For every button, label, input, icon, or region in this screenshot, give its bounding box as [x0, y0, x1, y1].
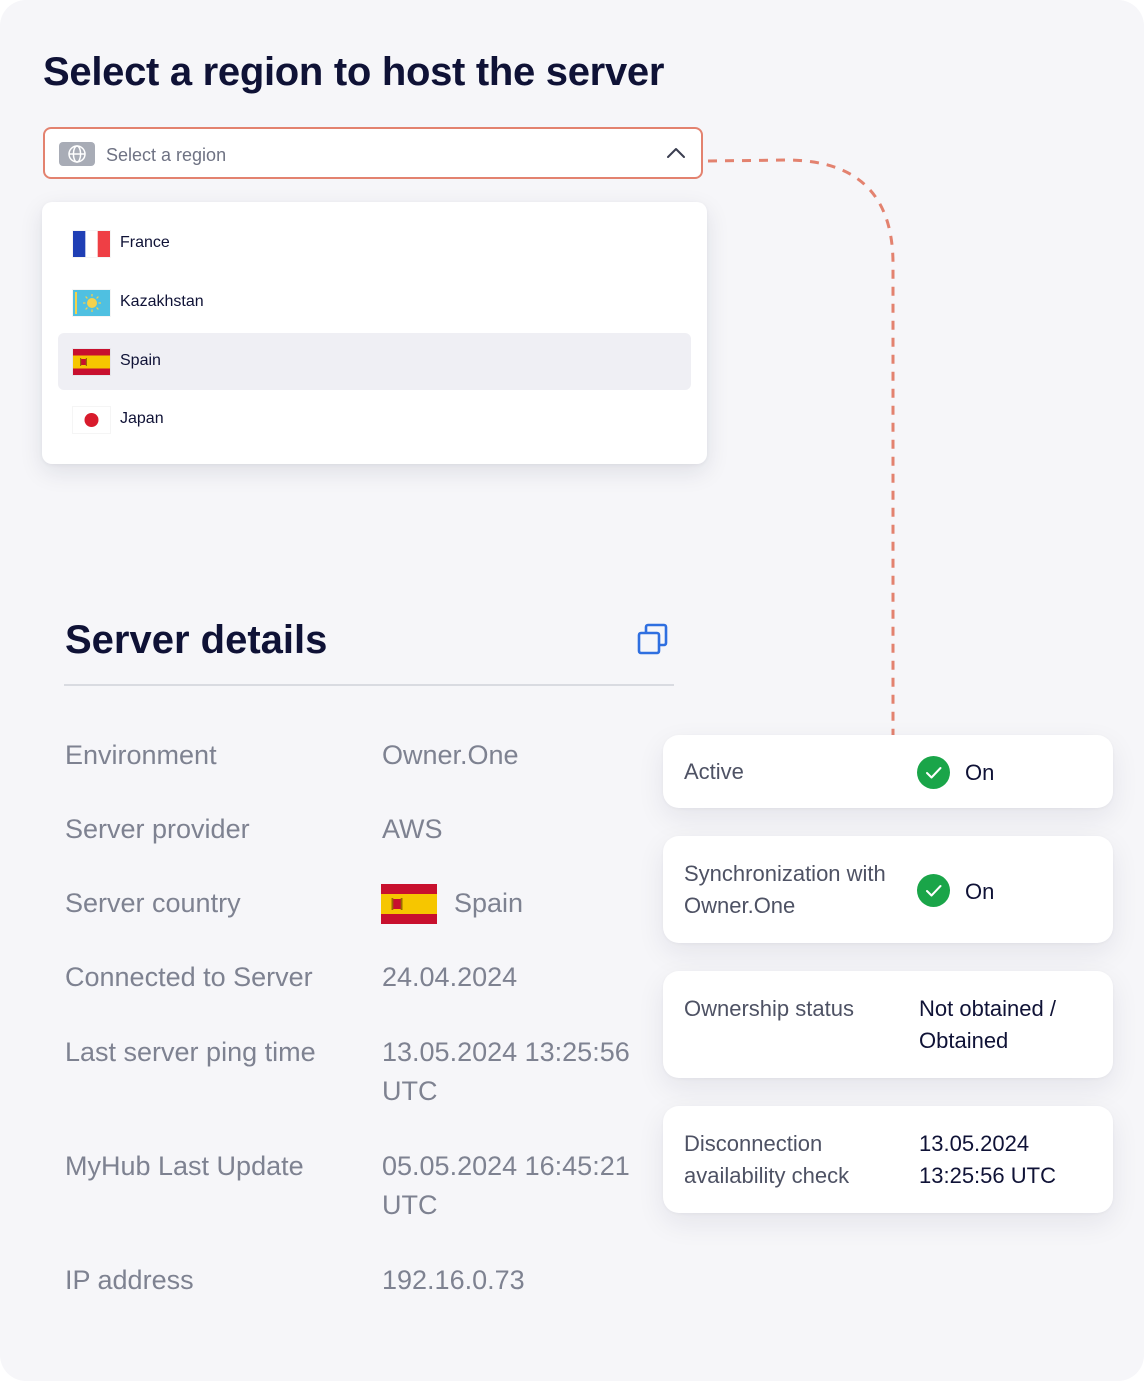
status-card-value: Not obtained / Obtained: [919, 996, 1056, 1053]
spain-flag-icon: [381, 884, 437, 924]
status-card-label: Disconnection availability check: [684, 1131, 850, 1188]
server-details-title: Server details: [65, 618, 328, 662]
status-card-value: 13.05.2024 13:25:56 UTC: [919, 1131, 1056, 1188]
status-card-label: Synchronization with Owner.One: [684, 861, 886, 918]
status-card-label: Active: [684, 759, 744, 784]
status-card-synchronization: Synchronization with Owner.One On: [663, 836, 1113, 943]
details-divider: [64, 684, 674, 686]
status-card-label: Ownership status: [684, 996, 854, 1021]
status-card-value: On: [965, 760, 995, 785]
status-card-active: Active On: [663, 735, 1113, 808]
status-card-ownership: Ownership status Not obtained / Obtained: [663, 971, 1113, 1078]
copy-icon[interactable]: [636, 622, 670, 661]
detail-value-country: Spain: [454, 888, 524, 918]
detail-label-connected: Connected to Server: [65, 962, 313, 992]
detail-value-connected: 24.04.2024: [382, 962, 518, 992]
detail-label-country: Server country: [65, 888, 241, 918]
detail-value-myhub-update: 05.05.2024 16:45:21 UTC: [382, 1151, 630, 1220]
detail-label-myhub-update: MyHub Last Update: [65, 1151, 304, 1181]
check-circle-icon: [917, 756, 950, 794]
detail-label-ip: IP address: [65, 1265, 194, 1295]
page-canvas: Select a region to host the server Selec…: [0, 0, 1144, 1381]
status-card-value: On: [965, 879, 995, 904]
detail-value-provider: AWS: [382, 814, 443, 844]
detail-label-provider: Server provider: [65, 814, 250, 844]
status-card-disconnection: Disconnection availability check 13.05.2…: [663, 1106, 1113, 1213]
detail-value-environment: Owner.One: [382, 740, 519, 770]
detail-label-environment: Environment: [65, 740, 217, 770]
detail-value-ip: 192.16.0.73: [382, 1265, 525, 1295]
detail-value-ping: 13.05.2024 13:25:56 UTC: [382, 1037, 630, 1106]
check-circle-icon: [917, 874, 950, 912]
detail-label-ping: Last server ping time: [65, 1037, 316, 1067]
